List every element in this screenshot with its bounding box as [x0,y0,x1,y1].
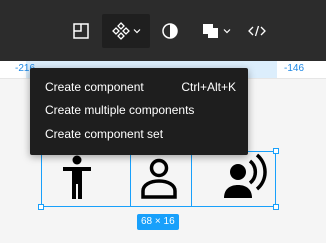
selection-divider [130,151,131,207]
component-dropdown-menu: Create component Ctrl+Alt+K Create multi… [30,68,248,155]
frame-tool-button[interactable] [64,14,98,48]
half-circle-icon [162,23,178,39]
menu-item-label: Create component set [45,127,164,141]
menu-item-shortcut: Ctrl+Alt+K [181,80,236,94]
voice-user-icon[interactable] [223,152,271,207]
resize-handle-bottom-left[interactable] [38,204,44,210]
chevron-down-icon [133,29,141,34]
menu-item-create-multiple-components[interactable]: Create multiple components [45,100,236,120]
menu-item-create-component[interactable]: Create component Ctrl+Alt+K [45,77,236,97]
code-brackets-icon [248,25,266,37]
components-tool-button[interactable] [102,14,150,48]
menu-item-label: Create multiple components [45,103,195,117]
user-outline-icon[interactable] [140,157,178,206]
menu-item-create-component-set[interactable]: Create component set [45,124,236,144]
chevron-down-icon [223,29,231,34]
code-tool-button[interactable] [242,14,272,48]
mask-tool-button[interactable] [154,14,186,48]
top-toolbar [0,0,326,61]
boolean-union-icon [203,24,218,38]
menu-item-label: Create component [45,80,144,94]
selection-size-badge: 68 × 16 [137,214,179,230]
selection-divider [191,151,192,207]
resize-handle-top-right[interactable] [273,148,279,154]
component-icon [112,22,130,40]
accessibility-person-icon[interactable] [60,154,94,207]
frame-icon [73,23,89,39]
resize-handle-bottom-right[interactable] [273,204,279,210]
boolean-tool-button[interactable] [196,14,236,48]
ruler-label-end: -146 [284,63,305,74]
